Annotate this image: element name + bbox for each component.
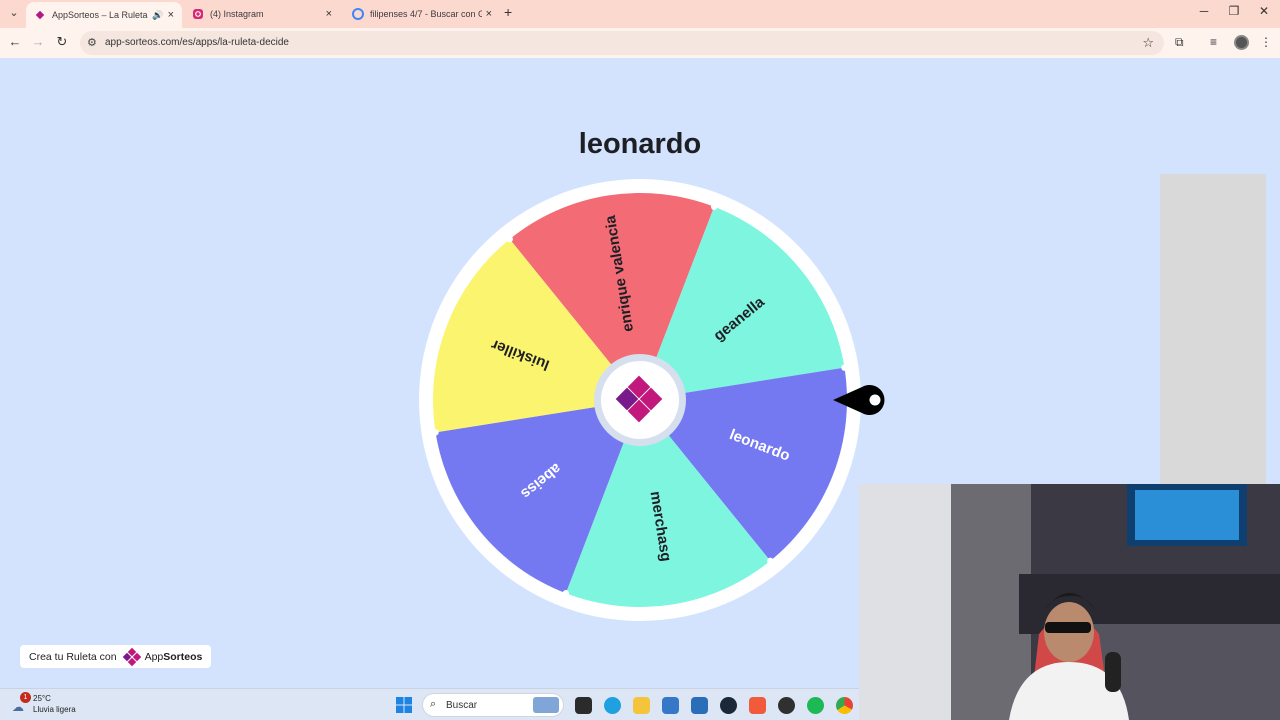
edge-icon[interactable] xyxy=(604,697,621,714)
tab-search-button[interactable]: ⌄ xyxy=(4,4,24,22)
windows-taskbar: ☁ 1 25°C Lluvia ligera ⌕ Buscar xyxy=(0,688,859,720)
reload-icon[interactable]: ↻ xyxy=(53,34,71,50)
menu-kebab-icon[interactable]: ⋮ xyxy=(1260,35,1272,49)
windows-start-icon[interactable] xyxy=(396,697,412,713)
taskbar-search[interactable]: ⌕ Buscar xyxy=(422,693,564,717)
wheel-hub[interactable] xyxy=(601,361,679,439)
forward-icon[interactable]: → xyxy=(29,34,47,49)
google-favicon-icon xyxy=(352,8,364,20)
brand-name: AppSorteos xyxy=(145,651,203,663)
close-window-icon[interactable]: ✕ xyxy=(1249,4,1279,18)
appsorteos-favicon-icon xyxy=(35,10,45,20)
notification-badge: 1 xyxy=(20,692,31,703)
tab-strip: ⌄ AppSorteos – La Ruleta de la Suerte 🔊 … xyxy=(0,0,1280,28)
extensions-icon[interactable]: ⧉ xyxy=(1175,35,1184,50)
media-controls-icon[interactable]: ≡ xyxy=(1210,35,1217,49)
url-text: app-sorteos.com/es/apps/la-ruleta-decide xyxy=(105,37,289,48)
side-ad-panel xyxy=(1160,174,1266,484)
weather-temp: 25°C xyxy=(33,694,51,703)
store-icon[interactable] xyxy=(662,697,679,714)
steam-icon[interactable] xyxy=(720,697,737,714)
spotify-icon[interactable] xyxy=(807,697,824,714)
tab-instagram[interactable]: (4) Instagram × xyxy=(184,2,340,26)
tab-title: AppSorteos – La Ruleta de la Suerte xyxy=(52,10,148,20)
credit-text: Crea tu Ruleta con xyxy=(29,650,117,663)
obs-app-icon[interactable] xyxy=(749,697,766,714)
restore-icon[interactable]: ❐ xyxy=(1219,4,1249,18)
webcam-feed xyxy=(859,484,1280,720)
appsorteos-logo-icon xyxy=(122,647,141,666)
file-explorer-icon[interactable] xyxy=(633,697,650,714)
winner-title: leonardo xyxy=(578,128,702,160)
minimize-icon[interactable]: ─ xyxy=(1189,4,1219,18)
obs-studio-icon[interactable] xyxy=(778,697,795,714)
roulette-wheel[interactable]: enrique valencia geanellaleonardomerchasg… xyxy=(410,170,890,630)
search-highlight-icon xyxy=(533,697,559,713)
create-roulette-link[interactable]: Crea tu Ruleta con AppSorteos xyxy=(20,645,212,668)
close-tab-icon[interactable]: × xyxy=(486,8,492,20)
tab-appsorteos[interactable]: AppSorteos – La Ruleta de la Suerte 🔊 × xyxy=(26,2,182,28)
browser-toolbar: ← → ↻ ⚙ app-sorteos.com/es/apps/la-rulet… xyxy=(0,28,1280,58)
close-tab-icon[interactable]: × xyxy=(168,9,174,21)
search-icon: ⌕ xyxy=(430,698,437,710)
task-view-icon[interactable] xyxy=(575,697,592,714)
brand-app: App xyxy=(144,650,164,663)
back-icon[interactable]: ← xyxy=(6,34,24,49)
new-tab-button[interactable]: + xyxy=(504,4,512,20)
search-label: Buscar xyxy=(446,700,478,711)
chrome-icon[interactable] xyxy=(836,697,853,714)
bookmark-star-icon[interactable]: ☆ xyxy=(1142,35,1154,51)
tab-google[interactable]: filipenses 4/7 - Buscar con Google × xyxy=(344,2,500,26)
brand-sorteos: Sorteos xyxy=(163,650,203,663)
tab-title: filipenses 4/7 - Buscar con Google xyxy=(370,9,482,19)
weather-condition: Lluvia ligera xyxy=(33,705,76,714)
outlook-icon[interactable] xyxy=(691,697,708,714)
site-info-icon[interactable]: ⚙ xyxy=(87,36,97,49)
address-bar[interactable]: ⚙ app-sorteos.com/es/apps/la-ruleta-deci… xyxy=(80,31,1164,55)
tab-title: (4) Instagram xyxy=(210,9,264,19)
close-tab-icon[interactable]: × xyxy=(326,8,332,20)
instagram-favicon-icon xyxy=(193,9,203,19)
profile-avatar[interactable] xyxy=(1234,35,1249,50)
speaker-icon[interactable]: 🔊 xyxy=(152,10,163,21)
